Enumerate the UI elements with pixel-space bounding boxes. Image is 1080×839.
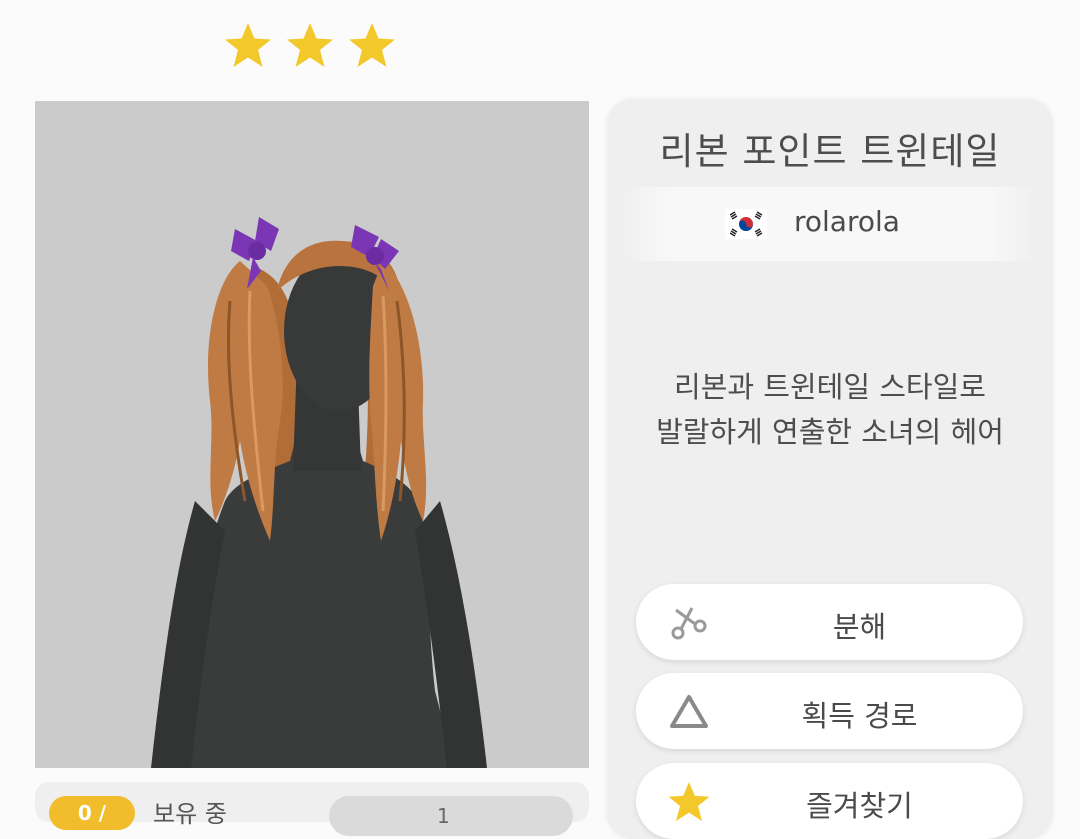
quantity-pill[interactable]: 1 <box>329 796 573 836</box>
acquire-path-label: 획득 경로 <box>801 699 918 733</box>
creator-row[interactable]: rolarola <box>621 187 1039 261</box>
item-description: 리본과 트윈테일 스타일로 발랄하게 연출한 소녀의 헤어 <box>607 365 1053 455</box>
description-line: 리본과 트윈테일 스타일로 <box>674 370 986 404</box>
item-preview[interactable] <box>35 101 589 768</box>
star-icon <box>287 23 333 67</box>
description-line: 발랄하게 연출한 소녀의 헤어 <box>656 415 1004 449</box>
favorite-button[interactable]: 즐겨찾기 <box>636 763 1023 839</box>
rarity-stars <box>222 20 398 72</box>
star-icon <box>225 23 271 67</box>
quantity-text: 1 <box>437 804 450 828</box>
star-icon <box>349 23 395 67</box>
creator-name: rolarola <box>794 205 900 238</box>
favorite-label: 즐겨찾기 <box>806 789 913 823</box>
owned-count-badge: 0 / <box>49 796 135 830</box>
item-info-panel: 리본 포인트 트윈테일 rolarola 리본과 트윈테일 스타일로 발랄하게 … <box>607 99 1053 839</box>
disassemble-label: 분해 <box>832 610 887 644</box>
owned-label: 보유 중 <box>153 800 227 828</box>
south-korea-flag-icon <box>725 209 767 239</box>
ownership-bar: 0 / 보유 중 1 <box>35 782 589 836</box>
disassemble-button[interactable]: 분해 <box>636 584 1023 660</box>
acquire-path-button[interactable]: 획득 경로 <box>636 673 1023 749</box>
item-title: 리본 포인트 트윈테일 <box>659 130 1001 173</box>
hair-model-illustration <box>151 217 487 768</box>
